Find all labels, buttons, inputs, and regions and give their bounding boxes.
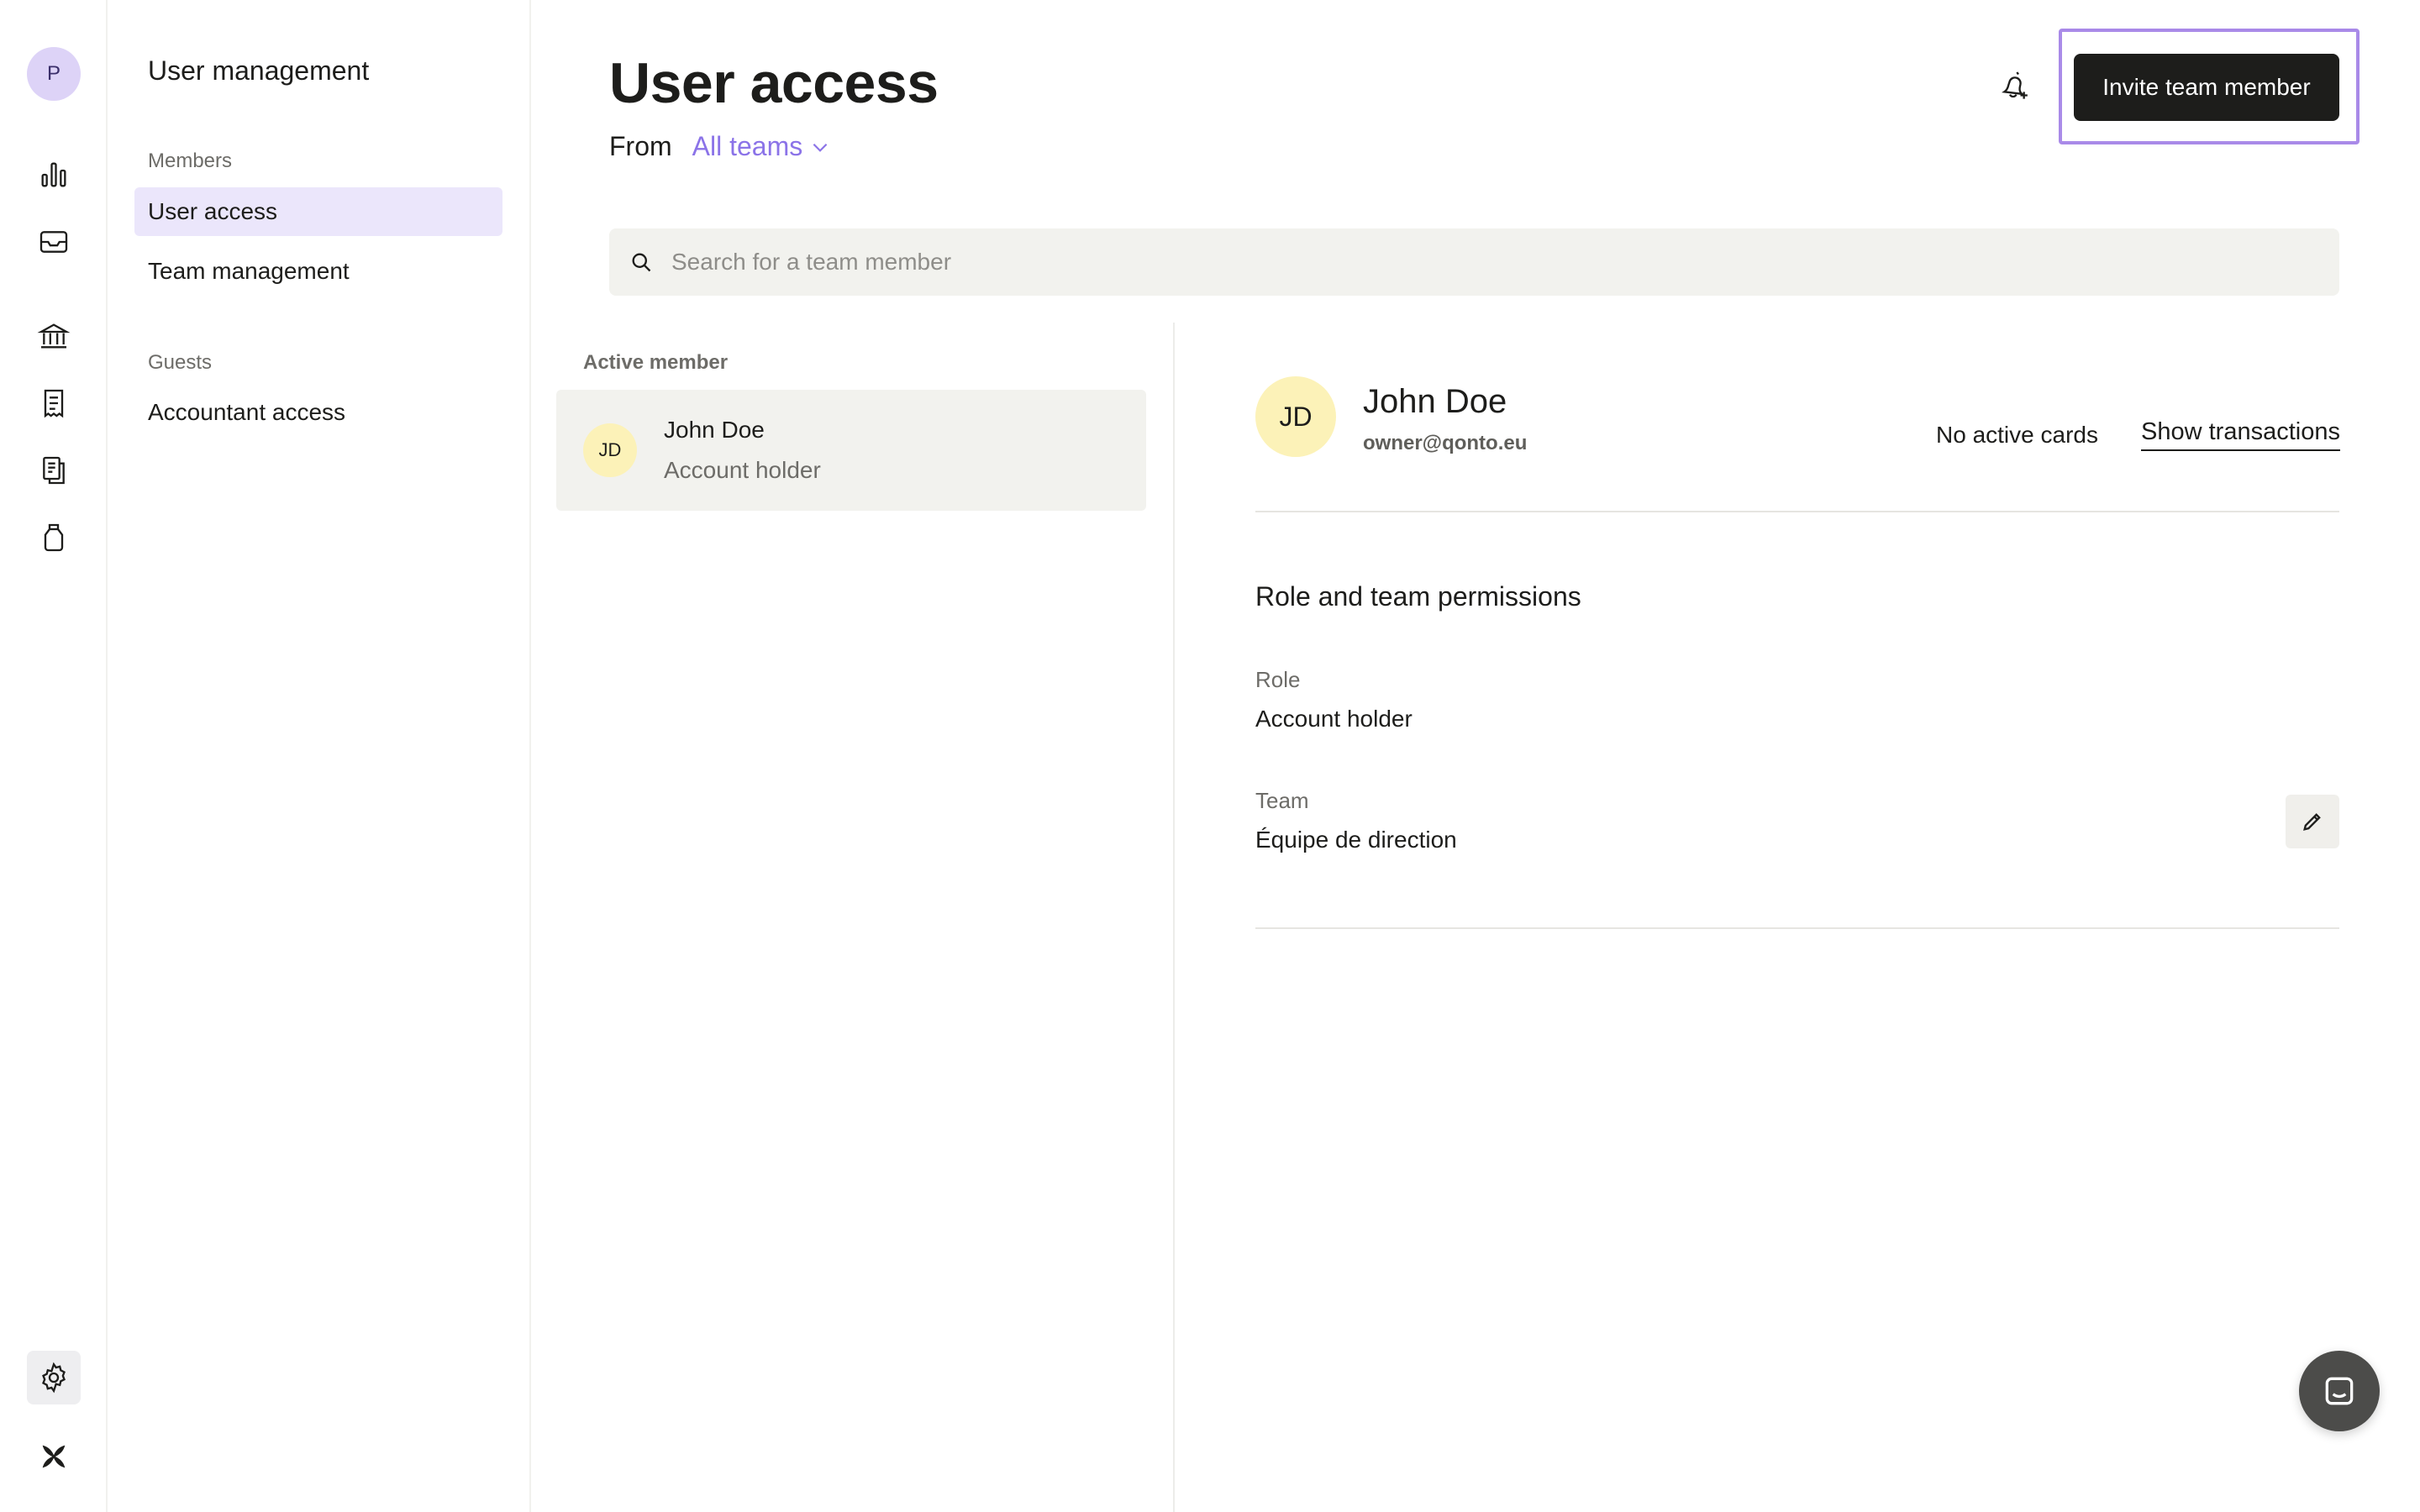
role-label: Role (1255, 667, 1301, 692)
icon-rail: P (0, 0, 108, 1512)
member-role: Account holder (664, 457, 821, 483)
show-transactions-link[interactable]: Show transactions (2141, 418, 2340, 451)
notification-settings-button[interactable] (1988, 59, 2040, 111)
inbox-icon[interactable] (27, 215, 81, 269)
team-value: Équipe de direction (1255, 827, 1457, 853)
edit-team-button[interactable] (2286, 795, 2339, 848)
team-filter-row: From All teams (609, 131, 831, 162)
settings-sidebar: User management Members User access Team… (108, 0, 531, 1512)
bank-icon[interactable] (27, 309, 81, 363)
members-section-label: Members (148, 150, 233, 172)
sidebar-item-team-management[interactable]: Team management (134, 247, 502, 296)
page-title: User access (609, 51, 939, 115)
search-icon (632, 253, 651, 272)
member-detail-email: owner@qonto.eu (1363, 432, 1528, 454)
member-detail-name: John Doe (1363, 383, 1507, 420)
sidebar-item-accountant-access[interactable]: Accountant access (134, 388, 502, 437)
chat-icon (2325, 1377, 2354, 1405)
documents-icon[interactable] (27, 444, 81, 497)
member-list-pane: Active member JD John Doe Account holder (556, 323, 1175, 1512)
avatar: JD (583, 423, 637, 477)
sidebar-item-user-access[interactable]: User access (134, 187, 502, 236)
chevron-down-icon (813, 143, 828, 152)
sidebar-title: User management (148, 55, 370, 86)
cards-status: No active cards (1936, 422, 2098, 448)
savings-jar-icon[interactable] (27, 511, 81, 564)
guests-section-label: Guests (148, 351, 213, 374)
team-label: Team (1255, 788, 1309, 813)
invoice-icon[interactable] (27, 376, 81, 430)
divider (1255, 927, 2339, 929)
active-member-label: Active member (583, 351, 729, 374)
member-name: John Doe (664, 417, 765, 443)
settings-gear-icon[interactable] (27, 1351, 81, 1404)
member-search-bar (609, 228, 2339, 296)
from-label: From (609, 131, 672, 161)
chart-icon[interactable] (27, 148, 81, 202)
list-item[interactable]: JD John Doe Account holder (556, 390, 1146, 511)
support-chat-button[interactable] (2299, 1351, 2380, 1431)
avatar: JD (1255, 376, 1336, 457)
qonto-logo-icon (27, 1430, 81, 1483)
invite-team-member-button[interactable]: Invite team member (2074, 54, 2339, 121)
bell-plus-icon (2002, 71, 2028, 99)
team-filter-dropdown[interactable]: All teams (692, 131, 832, 162)
pencil-icon (2303, 813, 2321, 831)
divider (1255, 511, 2339, 512)
search-input[interactable] (671, 249, 2184, 276)
organization-avatar[interactable]: P (27, 47, 81, 101)
permissions-title: Role and team permissions (1255, 581, 1581, 612)
role-value: Account holder (1255, 706, 1413, 732)
team-filter-value: All teams (692, 131, 803, 161)
